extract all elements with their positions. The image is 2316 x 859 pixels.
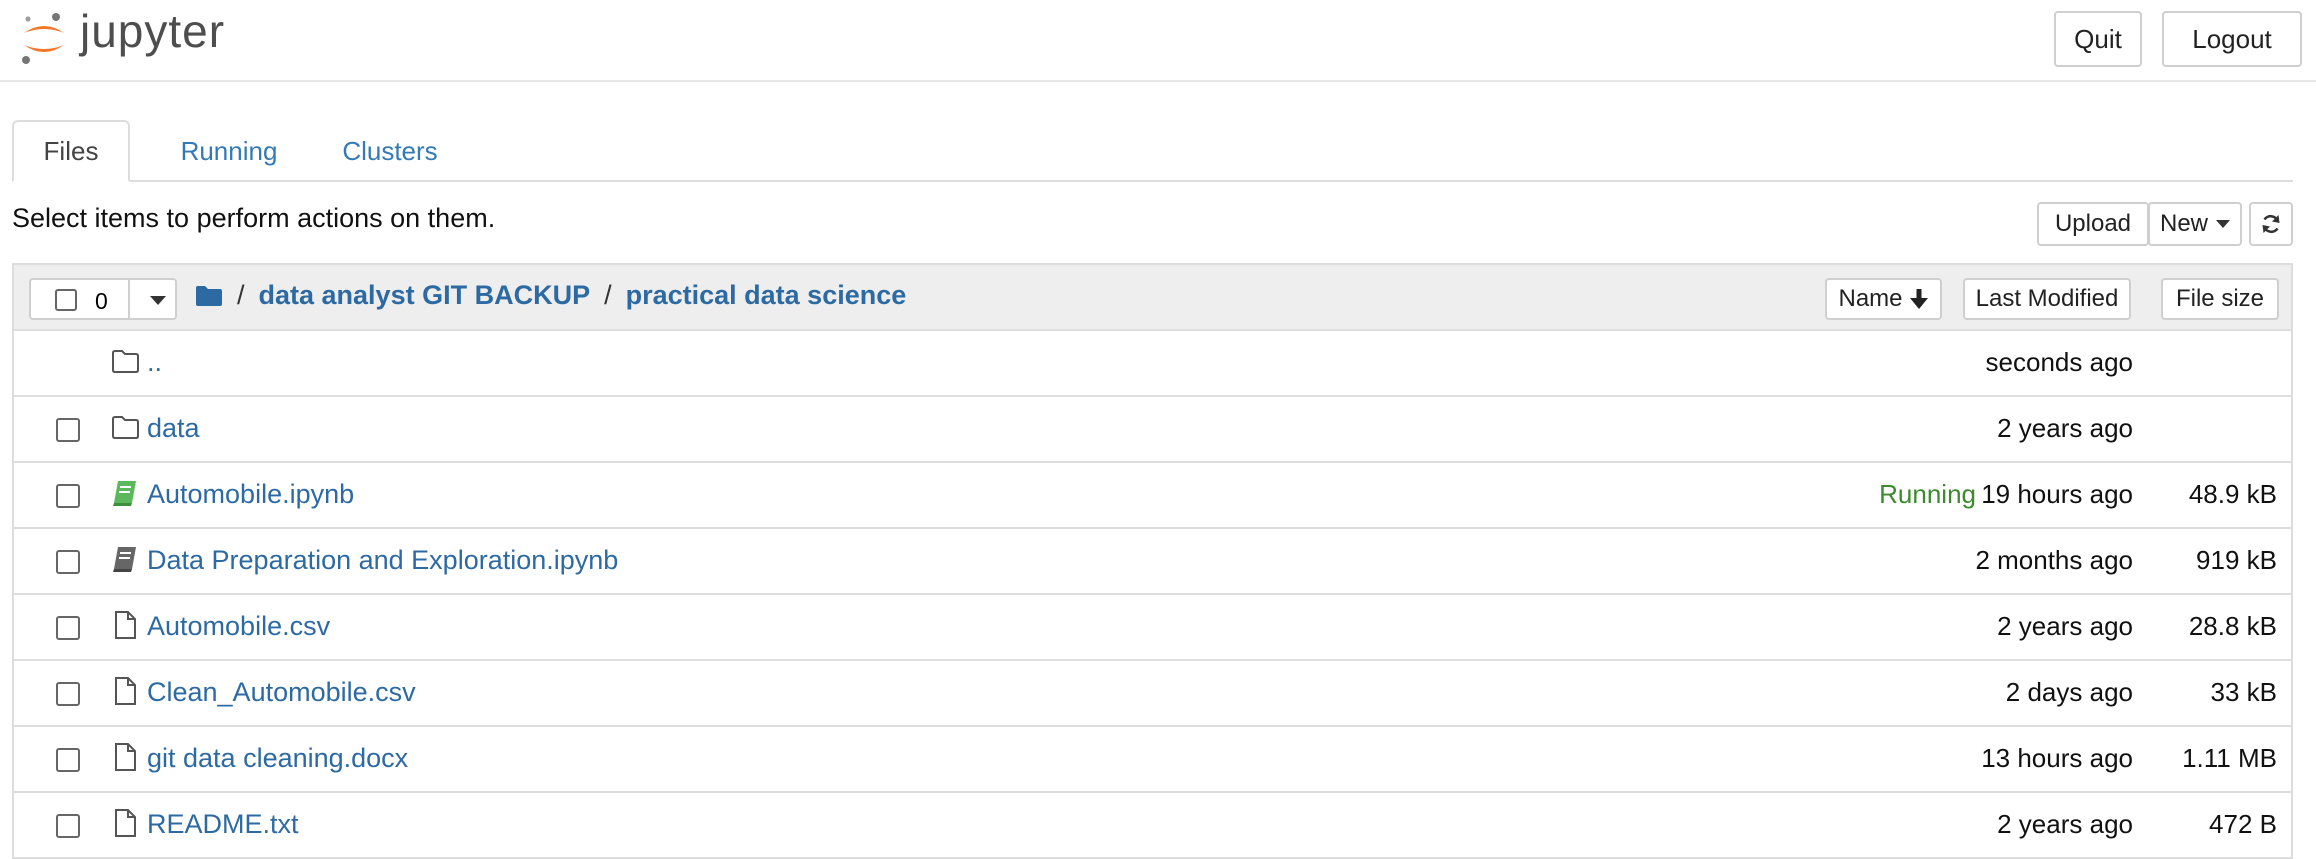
sort-file-size-button[interactable]: File size (2161, 278, 2279, 320)
file-icon (111, 742, 139, 772)
file-size: 48.9 kB (2188, 479, 2277, 509)
sort-last-modified-button[interactable]: Last Modified (1963, 278, 2131, 320)
selected-count: 0 (95, 288, 108, 314)
file-row[interactable]: Clean_Automobile.csv 2 days ago 33 kB (14, 661, 2291, 727)
select-all-group: 0 (29, 278, 177, 320)
file-row[interactable]: Automobile.csv 2 years ago 28.8 kB (14, 595, 2291, 661)
folder-icon (111, 346, 139, 376)
folder-icon (111, 412, 139, 442)
file-row[interactable]: data 2 years ago (14, 397, 2291, 463)
file-name-link[interactable]: Automobile.ipynb (147, 479, 354, 510)
row-checkbox[interactable] (56, 418, 80, 442)
row-checkbox[interactable] (56, 484, 80, 508)
file-list: 0 / data analyst GIT BACKUP / practical … (12, 263, 2293, 859)
file-name-link[interactable]: data (147, 413, 200, 444)
file-name-link[interactable]: Clean_Automobile.csv (147, 677, 416, 708)
file-size: 919 kB (2196, 545, 2277, 575)
jupyter-logo-icon (22, 13, 64, 64)
breadcrumb-separator: / (604, 280, 612, 310)
instructions-text: Select items to perform actions on them. (12, 203, 496, 233)
last-modified: 2 days ago (2005, 677, 2133, 707)
logout-button[interactable]: Logout (2162, 11, 2302, 67)
file-name-link[interactable]: git data cleaning.docx (147, 743, 408, 774)
file-row[interactable]: Automobile.ipynb Running 19 hours ago 48.9 … (14, 463, 2291, 529)
last-modified: 2 years ago (1997, 809, 2133, 839)
breadcrumb-link[interactable]: practical data science (626, 280, 907, 311)
file-name-link[interactable]: Automobile.csv (147, 611, 330, 642)
refresh-button[interactable] (2249, 202, 2293, 246)
notebook-icon (111, 478, 139, 508)
row-checkbox[interactable] (56, 616, 80, 640)
logo-text: jupyter (80, 5, 226, 57)
last-modified: seconds ago (1985, 347, 2133, 377)
refresh-icon (2262, 214, 2280, 234)
breadcrumb-separator: / (237, 280, 245, 310)
upload-button[interactable]: Upload (2037, 202, 2149, 246)
file-row[interactable]: Data Preparation and Exploration.ipynb 2 … (14, 529, 2291, 595)
new-label: New (2159, 210, 2208, 237)
select-menu-caret-icon[interactable] (150, 296, 166, 305)
tab-running[interactable]: Running (154, 120, 304, 182)
last-modified: 19 hours ago (1981, 479, 2133, 509)
arrow-down-icon (1909, 289, 1928, 309)
row-checkbox[interactable] (56, 550, 80, 574)
file-icon (111, 610, 139, 640)
notebook-icon (111, 544, 139, 574)
file-name-link[interactable]: .. (147, 347, 162, 378)
new-dropdown-button[interactable]: New (2148, 202, 2242, 246)
file-size: 1.11 MB (2182, 743, 2277, 773)
last-modified: 2 years ago (1997, 413, 2133, 443)
breadcrumb-link[interactable]: data analyst GIT BACKUP (259, 280, 591, 311)
row-checkbox[interactable] (56, 814, 80, 838)
file-icon (111, 808, 139, 838)
breadcrumb: / data analyst GIT BACKUP / practical da… (195, 280, 906, 311)
chevron-down-icon (2216, 220, 2230, 228)
row-checkbox[interactable] (56, 748, 80, 772)
header-bar: jupyter Quit Logout (0, 0, 2316, 82)
file-row[interactable]: .. seconds ago (14, 331, 2291, 397)
file-size: 28.8 kB (2188, 611, 2277, 641)
running-status: Running (1879, 479, 1976, 509)
select-all-checkbox[interactable] (55, 289, 77, 311)
row-checkbox[interactable] (56, 682, 80, 706)
tab-bar: Files Running Clusters (12, 120, 2293, 182)
file-list-header: 0 / data analyst GIT BACKUP / practical … (14, 265, 2291, 331)
sort-name-label: Name (1838, 285, 1903, 312)
tab-files[interactable]: Files (12, 120, 130, 182)
file-name-link[interactable]: Data Preparation and Exploration.ipynb (147, 545, 618, 576)
select-divider (128, 278, 130, 320)
tab-clusters[interactable]: Clusters (320, 120, 460, 182)
file-row[interactable]: git data cleaning.docx 13 hours ago 1.11 M… (14, 727, 2291, 793)
file-icon (111, 676, 139, 706)
folder-icon[interactable] (195, 285, 223, 307)
jupyter-logo[interactable]: jupyter (20, 5, 225, 68)
last-modified: 2 months ago (1975, 545, 2133, 575)
last-modified: 2 years ago (1997, 611, 2133, 641)
last-modified: 13 hours ago (1981, 743, 2133, 773)
quit-button[interactable]: Quit (2054, 11, 2142, 67)
sort-name-button[interactable]: Name (1825, 278, 1942, 320)
file-size: 33 kB (2210, 677, 2278, 707)
file-row[interactable]: README.txt 2 years ago 472 B (14, 793, 2291, 857)
file-name-link[interactable]: README.txt (147, 809, 299, 840)
file-size: 472 B (2209, 809, 2277, 839)
